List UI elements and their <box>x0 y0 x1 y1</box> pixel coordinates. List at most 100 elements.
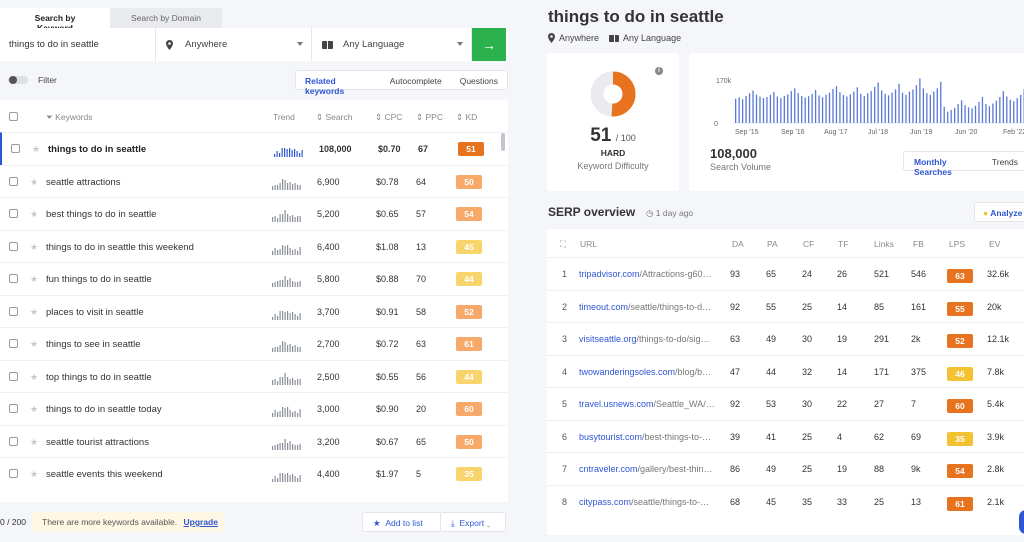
serp-pa: 45 <box>766 496 777 507</box>
serp-url[interactable]: citypass.com/seattle/things-to-… <box>579 497 709 507</box>
row-checkbox[interactable] <box>9 274 18 283</box>
header-ppc[interactable]: ⇕ PPC <box>416 112 443 123</box>
keyword-text[interactable]: things to do in seattle today <box>46 404 162 415</box>
keyword-text[interactable]: places to visit in seattle <box>46 307 144 318</box>
keyword-row[interactable]: ★ top things to do in seattle 2,500 $0.55 56… <box>0 359 508 393</box>
serp-url[interactable]: timeout.com/seattle/things-to-d… <box>579 302 711 312</box>
location-select[interactable]: Anywhere <box>156 28 312 61</box>
row-checkbox[interactable] <box>9 436 18 446</box>
serp-url[interactable]: busytourist.com/best-things-to-… <box>579 432 711 442</box>
x-tick-label: Aug '17 <box>824 129 848 136</box>
serp-row[interactable]: 4 twowanderingsoles.com/blog/b… 47 44 32 14 17… <box>547 354 1024 388</box>
keyword-row[interactable]: ★ seattle events this weekend 4,400 $1.97 5 3… <box>0 457 508 490</box>
star-icon[interactable]: ★ <box>30 274 38 285</box>
keyword-row[interactable]: ★ things to do in seattle today 3,000 $0.90… <box>0 392 508 425</box>
serp-links: 291 <box>874 334 890 344</box>
keyword-text[interactable]: top things to do in seattle <box>46 372 152 383</box>
upgrade-link[interactable]: Upgrade <box>184 517 218 527</box>
star-icon[interactable]: ★ <box>30 307 38 318</box>
sparkline-bar <box>277 412 279 417</box>
mode-related-keywords[interactable]: Related keywords <box>296 71 381 96</box>
header-search[interactable]: ⇕ Search <box>316 112 352 123</box>
star-icon[interactable]: ★ <box>32 144 40 155</box>
star-icon[interactable]: ★ <box>30 242 38 253</box>
row-checkbox[interactable] <box>9 404 18 413</box>
table-scrollbar[interactable] <box>501 133 505 151</box>
keyword-text[interactable]: things to do in seattle <box>48 144 146 155</box>
row-checkbox[interactable] <box>9 339 18 348</box>
serp-row[interactable]: 2 timeout.com/seattle/things-to-d… 92 55 25 1… <box>547 289 1024 323</box>
sparkline-bar <box>297 315 299 320</box>
keyword-search-input[interactable] <box>0 28 156 61</box>
mode-autocomplete[interactable]: Autocomplete <box>381 71 451 89</box>
serp-url[interactable]: travel.usnews.com/Seattle_WA/… <box>579 399 715 409</box>
serp-url[interactable]: twowanderingsoles.com/blog/b… <box>579 367 711 377</box>
keyword-row[interactable]: ★ seattle tourist attractions 3,200 $0.67 65… <box>0 424 508 458</box>
keyword-text[interactable]: seattle tourist attractions <box>46 437 149 448</box>
row-checkbox[interactable] <box>9 209 18 218</box>
tab-trends[interactable]: Trends <box>982 152 1024 170</box>
sparkline-bar <box>301 150 303 157</box>
keyword-text[interactable]: seattle events this weekend <box>46 469 163 480</box>
row-checkbox[interactable] <box>9 306 18 316</box>
tab-search-by-domain[interactable]: Search by Domain <box>110 8 222 28</box>
serp-row[interactable]: 6 busytourist.com/best-things-to-… 39 41 25 4… <box>547 419 1024 453</box>
serp-row[interactable]: 7 cntraveler.com/gallery/best-thin… 86 49 25… <box>547 452 1024 485</box>
keyword-row[interactable]: ★ seattle attractions 6,900 $0.78 64 50 <box>0 164 508 198</box>
keyword-text[interactable]: best things to do in seattle <box>46 209 156 220</box>
star-icon[interactable]: ★ <box>30 177 38 188</box>
language-select[interactable]: Any Language <box>312 28 472 61</box>
add-to-list-button[interactable]: ★ Add to list <box>362 512 442 532</box>
filter-toggle[interactable] <box>8 76 28 84</box>
volume-bar <box>1020 94 1022 123</box>
star-icon[interactable]: ★ <box>30 372 38 383</box>
serp-row[interactable]: 3 visitseattle.org/things-to-do/sig… 63 49 3… <box>547 322 1024 355</box>
row-checkbox[interactable] <box>9 241 18 251</box>
keyword-row[interactable]: ★ best things to do in seattle 5,200 $0.65 5… <box>0 197 508 230</box>
row-checkbox[interactable] <box>9 176 18 186</box>
expand-icon[interactable]: ⛶ <box>560 239 566 250</box>
header-cpc[interactable]: ⇕ CPC <box>375 112 402 123</box>
keyword-text[interactable]: things to see in seattle <box>46 339 141 350</box>
serp-url[interactable]: tripadvisor.com/Attractions-g60… <box>579 269 712 279</box>
header-kd[interactable]: ⇕ KD <box>456 112 477 123</box>
tab-search-by-keyword[interactable]: Search by Keyword <box>0 8 110 33</box>
row-checkbox[interactable] <box>9 371 18 381</box>
serp-row[interactable]: 1 tripadvisor.com/Attractions-g60… 93 65 24 2… <box>547 257 1024 290</box>
export-button[interactable]: ⤓ Export ⌄ <box>440 512 506 532</box>
info-icon[interactable]: i <box>655 67 663 75</box>
search-go-button[interactable]: → <box>472 28 506 61</box>
serp-ev: 5.4k <box>987 399 1005 409</box>
star-icon[interactable]: ★ <box>30 469 38 480</box>
row-checkbox[interactable] <box>9 469 18 478</box>
serp-row[interactable]: 8 citypass.com/seattle/things-to-… 68 45 35 3… <box>547 484 1024 518</box>
keyword-text[interactable]: seattle attractions <box>46 177 120 188</box>
keyword-row[interactable]: ★ things to do in seattle this weekend 6,4… <box>0 229 508 263</box>
star-icon[interactable]: ★ <box>30 437 38 448</box>
keyword-row[interactable]: ★ places to visit in seattle 3,700 $0.91 58 5… <box>0 294 508 328</box>
keyword-text[interactable]: fun things to do in seattle <box>46 274 152 285</box>
tab-monthly-searches[interactable]: Monthly Searches <box>904 152 982 177</box>
serp-header-ev: EV <box>989 239 1001 249</box>
keyword-row[interactable]: ★ fun things to do in seattle 5,800 $0.88 70… <box>0 262 508 295</box>
mode-questions[interactable]: Questions <box>451 71 507 89</box>
star-icon[interactable]: ★ <box>30 209 38 220</box>
keyword-row[interactable]: ★ things to do in seattle 108,000 $0.70 67 51 <box>0 132 508 165</box>
serp-url[interactable]: visitseattle.org/things-to-do/sig… <box>579 334 710 344</box>
keyword-row[interactable]: ★ things to see in seattle 2,700 $0.72 63 61 <box>0 327 508 360</box>
row-checkbox[interactable] <box>11 144 20 153</box>
keyword-text[interactable]: things to do in seattle this weekend <box>46 242 194 253</box>
serp-url[interactable]: cntraveler.com/gallery/best-thin… <box>579 464 713 474</box>
analyze-button[interactable]: ● Analyze <box>974 202 1024 222</box>
trend-sparkline <box>272 244 301 255</box>
header-keywords[interactable]: ⏷ Keywords <box>46 112 93 123</box>
serp-pa: 65 <box>766 269 777 279</box>
ppc-value: 20 <box>416 404 427 414</box>
star-icon[interactable]: ★ <box>30 339 38 350</box>
serp-rank: 4 <box>562 366 568 377</box>
difficulty-value: 51 <box>590 125 612 146</box>
serp-row[interactable]: 5 travel.usnews.com/Seattle_WA/… 92 53 30 22 2… <box>547 387 1024 420</box>
select-all-checkbox[interactable] <box>9 112 18 121</box>
chat-widget-button[interactable] <box>1019 510 1024 534</box>
star-icon[interactable]: ★ <box>30 404 38 415</box>
